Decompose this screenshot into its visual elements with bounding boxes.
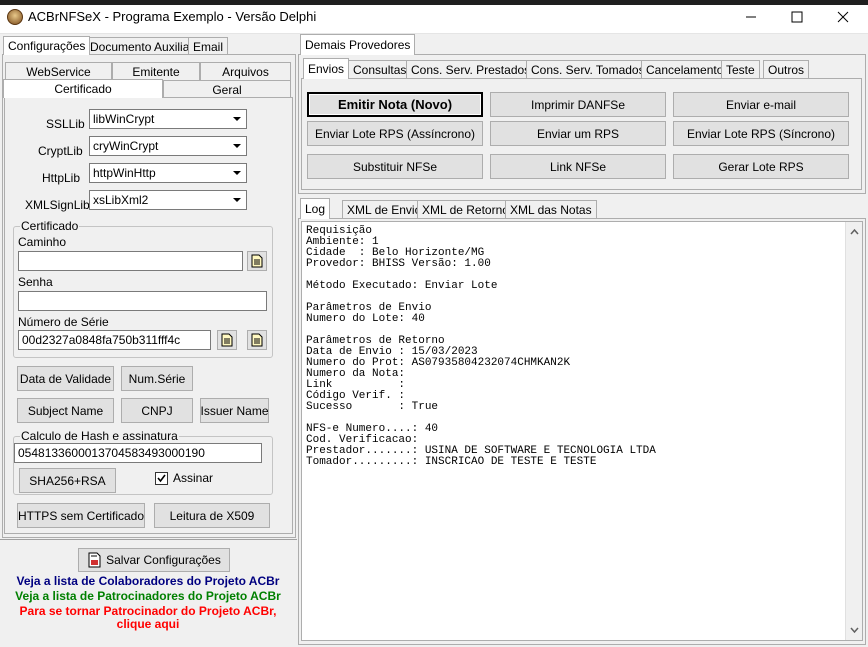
view-certificate-button[interactable] (247, 330, 267, 350)
tab-outros[interactable]: Outros (763, 60, 810, 79)
tab-xml-retorno[interactable]: XML de Retorno (417, 200, 514, 219)
cryptlib-select[interactable]: cryWinCrypt (89, 136, 247, 156)
minimize-button[interactable] (728, 0, 774, 34)
substituir-nfse-button[interactable]: Substituir NFSe (307, 154, 483, 179)
window-title: ACBrNFSeX - Programa Exemplo - Versão De… (28, 9, 317, 24)
maximize-button[interactable] (774, 0, 820, 34)
enviar-lote-sincrono-button[interactable]: Enviar Lote RPS (Síncrono) (673, 121, 849, 146)
salvar-configuracoes-label: Salvar Configurações (106, 553, 221, 567)
certificado-group-title: Certificado (20, 219, 80, 233)
cryptlib-value: cryWinCrypt (93, 139, 159, 153)
ssllib-select[interactable]: libWinCrypt (89, 109, 247, 129)
caminho-input[interactable] (18, 251, 243, 271)
select-certificate-button[interactable] (217, 330, 237, 350)
caminho-label: Caminho (18, 235, 67, 249)
emitir-nota-button[interactable]: Emitir Nota (Novo) (307, 92, 483, 117)
maximize-icon (791, 11, 803, 23)
chevron-down-icon (229, 165, 245, 181)
tab-cancelamento[interactable]: Cancelamento (641, 60, 729, 79)
save-document-icon (88, 552, 101, 568)
log-scrollbar[interactable] (845, 222, 862, 640)
enviar-um-rps-button[interactable]: Enviar um RPS (490, 121, 666, 146)
tab-cons-serv-tomados[interactable]: Cons. Serv. Tomados (526, 60, 650, 79)
xmlsignlib-select[interactable]: xsLibXml2 (89, 190, 247, 210)
salvar-configuracoes-button[interactable]: Salvar Configurações (78, 548, 230, 572)
tab-demais-provedores[interactable]: Demais Provedores (300, 34, 416, 55)
log-textarea[interactable]: Requisição Ambiente: 1 Cidade : Belo Hor… (301, 221, 863, 641)
num-serie-button[interactable]: Num.Série (121, 366, 193, 391)
numero-serie-input[interactable]: 00d2327a0848fa750b311fff4c (18, 330, 211, 350)
hash-group-title: Calculo de Hash e assinatura (20, 429, 179, 443)
https-sem-certificado-button[interactable]: HTTPS sem Certificado (17, 503, 145, 528)
leitura-x509-button[interactable]: Leitura de X509 (154, 503, 270, 528)
ssllib-value: libWinCrypt (93, 112, 155, 126)
tab-teste[interactable]: Teste (721, 60, 760, 79)
scroll-down-icon[interactable] (846, 622, 863, 638)
divider (0, 539, 297, 540)
chevron-down-icon (229, 111, 245, 127)
httplib-select[interactable]: httpWinHttp (89, 163, 247, 183)
issuer-name-button[interactable]: Issuer Name (200, 398, 269, 423)
patrocinador-link-line2[interactable]: clique aqui (3, 617, 293, 631)
log-text: Requisição Ambiente: 1 Cidade : Belo Hor… (306, 225, 656, 468)
tab-cons-serv-prestados[interactable]: Cons. Serv. Prestados (406, 60, 536, 79)
patrocinadores-link[interactable]: Veja a lista de Patrocinadores do Projet… (3, 589, 293, 603)
xmlsignlib-label: XMLSignLib (25, 198, 90, 212)
imprimir-danfse-button[interactable]: Imprimir DANFSe (490, 92, 666, 117)
tab-configuracoes[interactable]: Configurações (3, 36, 91, 55)
ssllib-label: SSLLib (46, 117, 85, 131)
httplib-label: HttpLib (42, 171, 81, 185)
tab-arquivos[interactable]: Arquivos (200, 62, 291, 81)
document-icon (251, 254, 263, 268)
minimize-icon (746, 16, 756, 18)
senha-label: Senha (18, 275, 53, 289)
senha-input[interactable] (18, 291, 267, 311)
enviar-lote-assincrono-button[interactable]: Enviar Lote RPS (Assíncrono) (307, 121, 483, 146)
tab-certificado[interactable]: Certificado (3, 79, 163, 98)
tab-consultas[interactable]: Consultas (348, 60, 412, 79)
cryptlib-label: CryptLib (38, 144, 83, 158)
scroll-up-icon[interactable] (846, 224, 863, 240)
assinar-label: Assinar (173, 471, 214, 485)
assinar-checkbox[interactable] (155, 472, 168, 485)
browse-file-button[interactable] (247, 251, 267, 271)
httplib-value: httpWinHttp (93, 166, 156, 180)
data-validade-button[interactable]: Data de Validade (17, 366, 114, 391)
chevron-down-icon (229, 138, 245, 154)
tab-log[interactable]: Log (300, 198, 331, 219)
sha256-rsa-button[interactable]: SHA256+RSA (19, 468, 116, 493)
close-button[interactable] (820, 0, 866, 34)
patrocinador-link-line1[interactable]: Para se tornar Patrocinador do Projeto A… (3, 604, 293, 618)
xmlsignlib-value: xsLibXml2 (93, 193, 149, 207)
document-icon (221, 333, 233, 347)
colaboradores-link[interactable]: Veja a lista de Colaboradores do Projeto… (3, 574, 293, 588)
link-nfse-button[interactable]: Link NFSe (490, 154, 666, 179)
subject-name-button[interactable]: Subject Name (17, 398, 114, 423)
checkmark-icon (157, 474, 166, 483)
close-icon (837, 11, 849, 23)
hash-input[interactable]: 05481336000137045834930001​90 (14, 443, 262, 463)
splitter[interactable] (298, 194, 866, 198)
tab-xml-envio[interactable]: XML de Envio (342, 200, 427, 219)
cnpj-button[interactable]: CNPJ (121, 398, 193, 423)
tab-envios[interactable]: Envios (303, 58, 350, 79)
document-icon (251, 333, 263, 347)
tab-xml-notas[interactable]: XML das Notas (505, 200, 597, 219)
enviar-email-button[interactable]: Enviar e-mail (673, 92, 849, 117)
app-icon (7, 9, 23, 25)
chevron-down-icon (229, 192, 245, 208)
numero-serie-label: Número de Série (18, 315, 109, 329)
gerar-lote-rps-button[interactable]: Gerar Lote RPS (673, 154, 849, 179)
